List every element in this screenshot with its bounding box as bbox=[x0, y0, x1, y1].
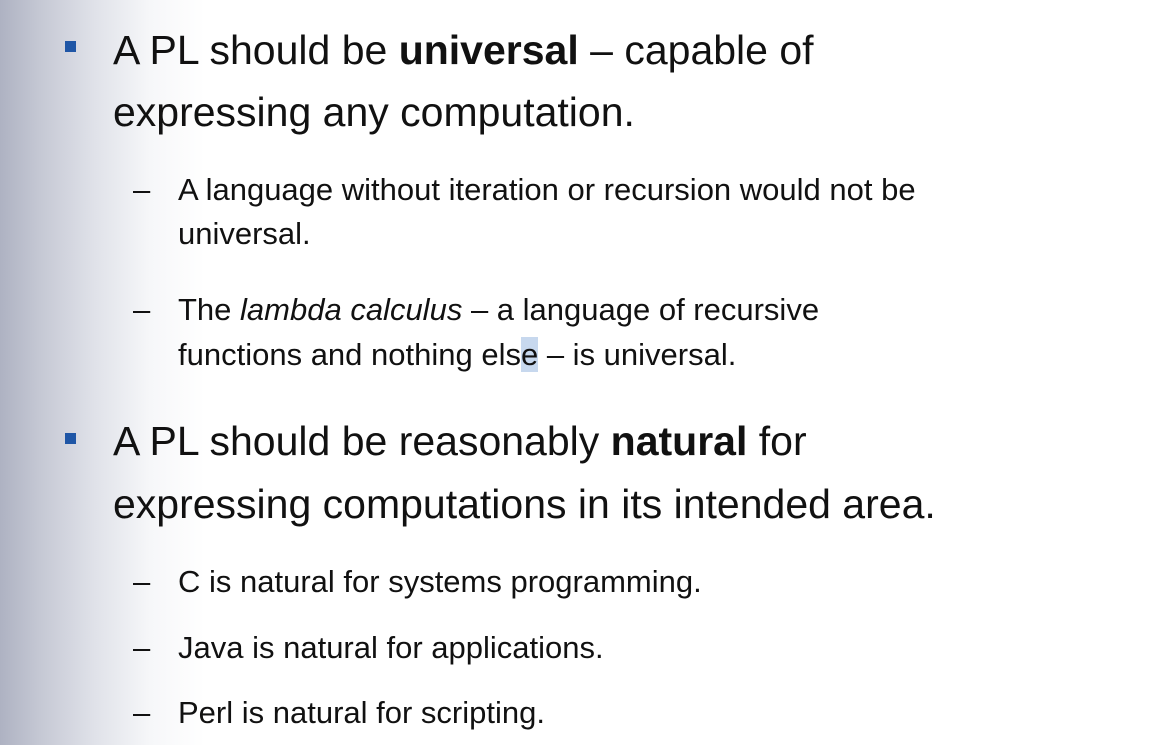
bullet-2-text-a: A PL should be reasonably bbox=[113, 418, 611, 464]
sub-1-line-1: A language without iteration or recursio… bbox=[178, 172, 916, 207]
bullet-1-text-a: A PL should be bbox=[113, 27, 399, 73]
sub-2-italic: lambda calculus bbox=[240, 292, 463, 327]
bullet-2-line-2: expressing computations in its intended … bbox=[113, 481, 936, 527]
text-selection-cursor[interactable]: e bbox=[520, 337, 539, 372]
slide: A PL should be universal – capable of ex… bbox=[0, 0, 1164, 745]
sub-dash-icon: – bbox=[133, 564, 151, 599]
bullet-square-icon bbox=[65, 433, 76, 444]
sub-5-line: Perl is natural for scripting. bbox=[178, 695, 545, 730]
bullet-1-line-1: A PL should be universal – capable of bbox=[113, 26, 1153, 75]
bullet-2-bold: natural bbox=[610, 418, 748, 464]
bullet-1-text-b: – capable of bbox=[578, 27, 814, 73]
sub-dash-icon: – bbox=[133, 695, 151, 730]
bullet-1-bold: universal bbox=[398, 27, 579, 73]
sub-dash-icon: – bbox=[133, 292, 151, 327]
sub-dash-icon: – bbox=[133, 630, 151, 665]
bullet-2-text-b: for bbox=[747, 418, 807, 464]
sub-3-line: C is natural for systems programming. bbox=[178, 564, 702, 599]
sub-dash-icon: – bbox=[133, 172, 151, 207]
bullet-square-icon bbox=[65, 41, 76, 52]
sub-2-line-2-text-a: functions and nothing els bbox=[178, 337, 521, 372]
bullet-2-line-1: A PL should be reasonably natural for bbox=[113, 417, 1153, 466]
sub-1-line-2: universal. bbox=[178, 216, 311, 251]
sub-2-line-2-text-b: – is universal. bbox=[538, 337, 737, 372]
sub-2-line-1: The lambda calculus – a language of recu… bbox=[178, 291, 1158, 329]
bullet-1-line-2: expressing any computation. bbox=[113, 89, 635, 135]
sub-2-text-b: – a language of recursive bbox=[462, 292, 820, 327]
sub-2-text-a: The bbox=[178, 292, 241, 327]
sub-2-line-2[interactable]: functions and nothing else – is universa… bbox=[178, 336, 1158, 374]
sub-4-line: Java is natural for applications. bbox=[178, 630, 604, 665]
